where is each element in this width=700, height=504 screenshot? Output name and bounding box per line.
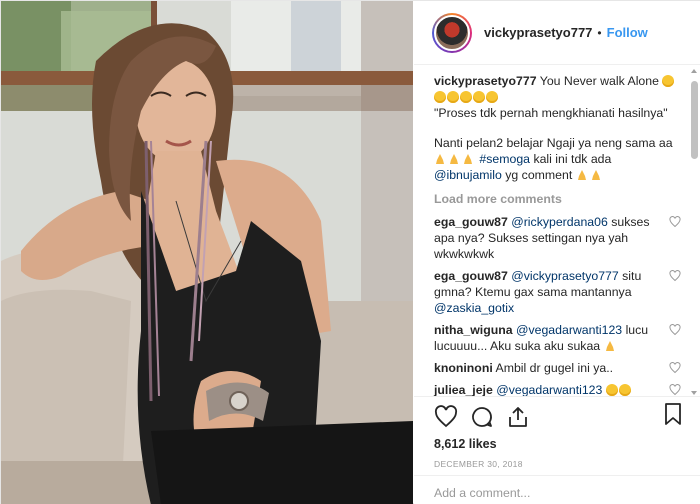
post-date: December 30, 2018 [434,459,523,469]
pray-emoji-icon [577,170,586,180]
heart-outline-icon[interactable] [434,405,458,429]
post-caption: vickyprasetyo777 You Never walk Alone "P… [434,73,677,183]
comment-item: juliea_jeje @vegadarwanti123 [434,382,681,396]
post-side-panel: vickyprasetyo777 • Follow vickyprasetyo7… [414,1,700,504]
speech-bubble-icon[interactable] [470,405,494,429]
post-header: vickyprasetyo777 • Follow [414,1,700,65]
pray-emoji-icon [450,154,458,164]
bookmark-icon[interactable] [661,402,685,426]
emoji-row [434,89,677,105]
comment-item: nitha_wiguna @vegadarwanti123 lucu lucuu… [434,322,681,354]
add-comment-input[interactable] [434,486,674,500]
scroll-up-arrow-icon[interactable] [691,69,697,73]
laugh-emoji-icon [473,91,485,103]
caption-author[interactable]: vickyprasetyo777 [434,74,537,88]
separator-dot: • [597,25,602,40]
caption-line3: Nanti pelan2 belajar Ngaji ya neng sama … [434,136,673,150]
small-heart-icon[interactable] [669,362,681,374]
comment-item: ega_gouw87 @vickyprasetyo777 situ gmna? … [434,268,681,316]
small-heart-icon[interactable] [669,384,681,396]
caption-line5-suffix: yg comment [505,168,573,182]
comment-user[interactable]: ega_gouw87 [434,215,508,229]
small-heart-icon[interactable] [669,216,681,228]
post-actions-section: 8,612 likes December 30, 2018 [414,396,700,469]
smile-emoji-icon [434,91,446,103]
avatar[interactable] [432,12,472,53]
pray-emoji-icon [464,154,472,164]
comments-scrollbar[interactable] [690,69,699,395]
laugh-emoji-icon [460,91,472,103]
scroll-down-arrow-icon[interactable] [691,391,697,395]
comment-user[interactable]: juliea_jeje [434,383,493,396]
comments-list[interactable]: vickyprasetyo777 You Never walk Alone "P… [414,65,700,396]
scrollbar-thumb[interactable] [691,81,698,159]
comment-user[interactable]: ega_gouw87 [434,269,508,283]
follow-button[interactable]: Follow [607,25,648,40]
photo-illustration [1,1,413,504]
small-heart-icon[interactable] [669,270,681,282]
laugh-emoji-icon [618,384,631,396]
hashtag-link[interactable]: #semoga [479,152,530,166]
laugh-emoji-icon [486,91,498,103]
action-bar [414,397,700,433]
comment-mention[interactable]: @vickyprasetyo777 [511,269,619,283]
caption-line1: You Never walk Alone [539,74,659,88]
share-icon[interactable] [506,405,530,429]
smile-emoji-icon [447,91,459,103]
pray-emoji-icon [436,154,444,164]
small-heart-icon[interactable] [669,324,681,336]
pray-emoji-icon [591,170,600,180]
instagram-post: vickyprasetyo777 • Follow vickyprasetyo7… [0,0,700,504]
comment-user[interactable]: nitha_wiguna [434,323,513,337]
comment-mention[interactable]: @vegadarwanti123 [516,323,622,337]
pray-emoji-icon [605,341,614,351]
comment-text: Ambil dr gugel ini ya.. [495,361,614,375]
comment-mention[interactable]: @rickyperdana06 [511,215,608,229]
mention-link[interactable]: @ibnujamilo [434,168,502,182]
comment-item: ega_gouw87 @rickyperdana06 sukses apa ny… [434,214,681,262]
comment-user[interactable]: knoninoni [434,361,493,375]
load-more-comments-button[interactable]: Load more comments [434,191,677,207]
likes-count[interactable]: 8,612 likes [414,437,700,451]
comment-item: knoninoni Ambil dr gugel ini ya.. [434,360,681,376]
add-comment-bar [414,475,700,504]
username-link[interactable]: vickyprasetyo777 [484,25,592,40]
laugh-emoji-icon [605,384,618,396]
post-photo[interactable] [1,1,413,504]
comment-mention-2[interactable]: @zaskia_gotix [434,301,514,315]
smile-emoji-icon [662,75,675,87]
comment-mention[interactable]: @vegadarwanti123 [496,383,602,396]
caption-line2: "Proses tdk pernah mengkhianati hasilnya… [434,106,668,120]
avatar-image [434,14,470,51]
caption-line4-suffix: kali ini tdk ada [533,152,612,166]
